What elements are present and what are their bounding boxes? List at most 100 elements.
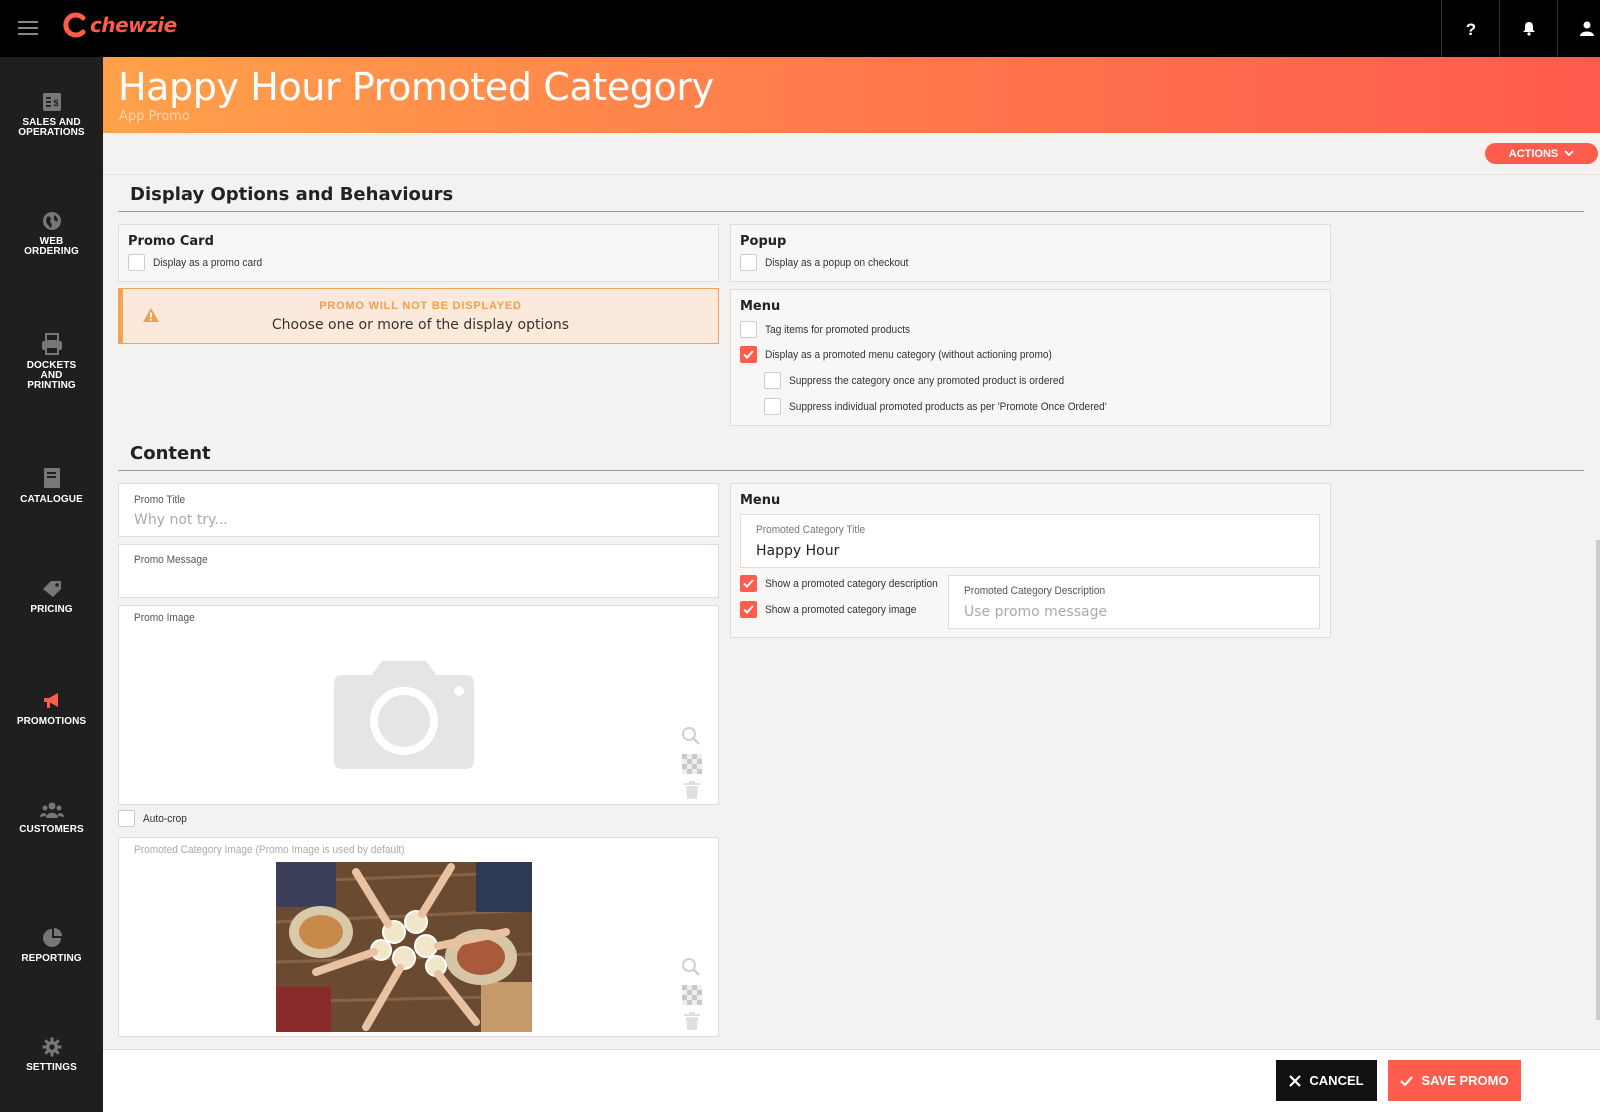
promoted-category-description-field[interactable]: Promoted Category Description Use promo … [948,575,1320,629]
checkbox[interactable] [764,372,781,389]
sidebar-item-pricing[interactable]: PRICING [0,579,103,615]
auto-crop-option[interactable]: Auto-crop [118,810,191,827]
show-category-description-option[interactable]: Show a promoted category description [740,575,953,592]
sidebar-item-promotions[interactable]: PROMOTIONS [0,691,103,727]
page-title: Happy Hour Promoted Category [118,65,714,109]
brand-name: chewzie [90,13,177,37]
cancel-label: CANCEL [1309,1073,1364,1088]
warning-title: PROMO WILL NOT BE DISPLAYED [319,300,522,312]
panel-title: Menu [740,493,781,508]
save-label: SAVE PROMO [1421,1073,1509,1088]
page-subtitle: App Promo [119,109,190,124]
user-icon[interactable] [1557,0,1600,57]
megaphone-icon [43,693,58,708]
sidebar-item-label: REPORTING [21,953,82,964]
promo-image-panel[interactable]: Promo Image [118,605,719,805]
checkmark-icon [743,605,754,614]
transparency-icon[interactable] [682,985,702,1005]
globe-icon [42,212,61,230]
field-label: Promoted Category Image (Promo Image is … [134,844,405,856]
section-title-content: Content [130,443,211,464]
sidebar-item-label: SALES AND OPERATIONS [18,117,85,138]
show-category-image-option[interactable]: Show a promoted category image [740,601,929,618]
question-icon[interactable]: ? [1441,0,1499,57]
sidebar-item-label: PROMOTIONS [16,716,87,727]
popup-option[interactable]: Display as a popup on checkout [740,254,921,271]
checkbox-label: Show a promoted category description [765,577,938,590]
top-bar: chewzie ? [0,0,1600,57]
panel-title: Menu [740,299,781,314]
save-promo-button[interactable]: SAVE PROMO [1388,1060,1521,1101]
sidebar-item-label: SETTINGS [26,1062,77,1073]
checkbox[interactable] [740,254,757,271]
sidebar-item-customers[interactable]: CUSTOMERS [0,801,103,835]
promo-card-option[interactable]: Display as a promo card [128,254,272,271]
warning-message: Choose one or more of the display option… [271,317,570,333]
menu-option-promoted-category[interactable]: Display as a promoted menu category (wit… [740,346,1077,363]
promo-message-field[interactable]: Promo Message [118,544,719,598]
checkbox[interactable] [740,321,757,338]
svg-text:?: ? [1465,21,1475,37]
promoted-category-image-panel[interactable]: Promoted Category Image (Promo Image is … [118,837,719,1037]
checkbox-checked[interactable] [740,346,757,363]
menu-display-panel: Menu Tag items for promoted products Dis… [730,289,1331,426]
content-menu-panel: Menu Promoted Category Title Happy Hour … [730,483,1331,638]
checkbox-label: Suppress individual promoted products as… [789,400,1107,413]
svg-text:$: $ [53,98,58,108]
menu-option-suppress-category[interactable]: Suppress the category once any promoted … [764,372,1088,389]
checkbox-label: Suppress the category once any promoted … [789,374,1065,387]
page-header: Happy Hour Promoted Category App Promo [103,57,1600,133]
gear-icon [42,1037,61,1057]
checkbox-label: Auto-crop [143,812,187,825]
checkbox-label: Show a promoted category image [765,603,917,616]
transparency-icon[interactable] [682,754,702,774]
chevron-down-icon [1564,150,1574,157]
checkbox-label: Display as a promo card [153,256,263,269]
promo-card-panel: Promo Card Display as a promo card [118,224,719,282]
checkbox[interactable] [118,810,135,827]
actions-button[interactable]: ACTIONS [1485,143,1598,164]
menu-option-tag-items[interactable]: Tag items for promoted products [740,321,923,338]
promoted-category-title-field[interactable]: Promoted Category Title Happy Hour [740,514,1320,568]
bell-icon[interactable] [1499,0,1557,57]
actions-label: ACTIONS [1508,147,1559,160]
section-divider [118,211,1584,212]
menu-option-suppress-products[interactable]: Suppress individual promoted products as… [764,398,1134,415]
checkbox-label: Display as a popup on checkout [765,256,909,269]
sidebar-item-web-ordering[interactable]: WEB ORDERING [0,211,103,257]
field-label: Promoted Category Title [756,524,866,536]
field-label: Promo Image [134,612,195,624]
field-label: Promo Message [134,554,208,566]
trash-icon[interactable] [684,781,700,799]
sidebar-item-label: WEB ORDERING [24,236,79,257]
checkbox[interactable] [128,254,145,271]
promoted-category-image [276,862,532,1032]
zoom-icon[interactable] [681,957,701,977]
section-divider [118,470,1584,471]
zoom-icon[interactable] [681,726,701,746]
field-label: Promoted Category Description [964,585,1106,597]
sidebar-item-label: CATALOGUE [20,494,83,505]
field-label: Promo Title [134,494,186,506]
sidebar-item-reporting[interactable]: REPORTING [0,928,103,964]
sidebar-item-sales-and-operations[interactable]: $ SALES AND OPERATIONS [0,92,103,138]
sidebar-item-label: PRICING [30,604,73,615]
close-icon [1289,1074,1302,1087]
sidebar-item-dockets-and-printing[interactable]: DOCKETS AND PRINTING [0,333,103,391]
sidebar-item-settings[interactable]: SETTINGS [0,1037,103,1073]
book-icon [43,468,60,488]
checkbox-checked[interactable] [740,575,757,592]
hamburger-menu-icon[interactable] [18,21,38,35]
panel-title: Popup [740,234,787,249]
checkbox[interactable] [764,398,781,415]
cancel-button[interactable]: CANCEL [1276,1060,1377,1101]
checkbox-label: Tag items for promoted products [765,323,911,336]
price-tag-icon [42,581,61,597]
trash-icon[interactable] [684,1012,700,1030]
chewzie-logo[interactable]: chewzie [62,10,177,40]
checkbox-checked[interactable] [740,601,757,618]
promo-title-field[interactable]: Promo Title Why not try... [118,483,719,537]
checkmark-icon [743,579,754,588]
sidebar-item-catalogue[interactable]: CATALOGUE [0,467,103,505]
scrollbar[interactable] [1596,540,1600,1020]
